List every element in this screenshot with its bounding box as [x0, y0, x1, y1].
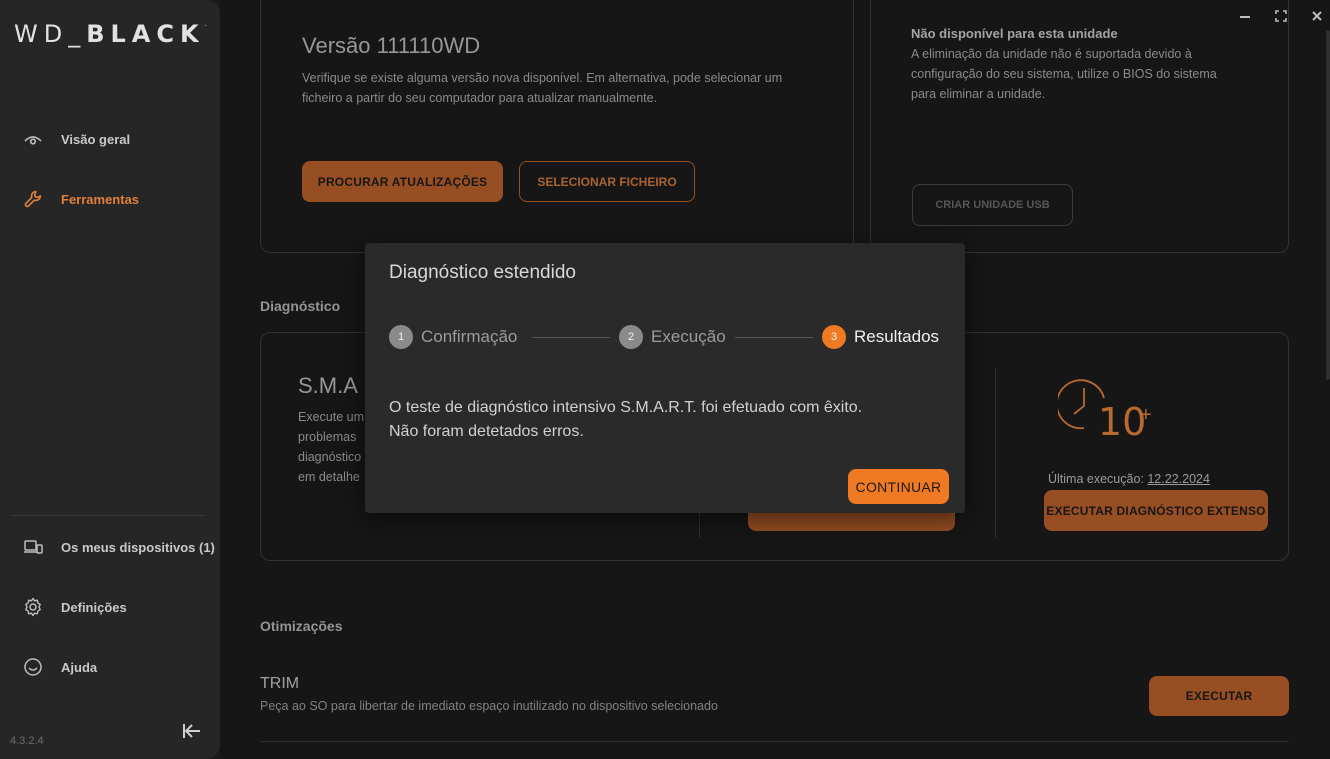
- help-icon: [22, 656, 44, 678]
- sidebar-item-label: Os meus dispositivos (1): [61, 539, 215, 555]
- step-number: 1: [389, 325, 413, 349]
- extended-diagnostic-modal: Diagnóstico estendido 1 Confirmação 2 Ex…: [365, 243, 965, 513]
- step-label: Execução: [651, 327, 726, 346]
- step-number: 2: [619, 325, 643, 349]
- devices-icon: [22, 536, 44, 558]
- gear-icon: [22, 596, 44, 618]
- wd-black-logo: WD_BLACK.: [14, 20, 207, 48]
- modal-title: Diagnóstico estendido: [389, 262, 576, 283]
- step-results: 3 Resultados: [822, 325, 939, 349]
- eye-icon: [22, 128, 44, 150]
- sidebar-item-label: Ajuda: [61, 659, 98, 675]
- sidebar-item-help[interactable]: Ajuda: [22, 655, 97, 679]
- step-connector: [735, 337, 813, 338]
- sidebar-item-label: Visão geral: [61, 131, 131, 147]
- modal-message-line: Não foram detetados erros.: [389, 423, 584, 440]
- logo-mark: .: [204, 20, 207, 28]
- modal-message: O teste de diagnóstico intensivo S.M.A.R…: [389, 396, 862, 444]
- step-number: 3: [822, 325, 846, 349]
- step-label: Confirmação: [421, 327, 518, 346]
- step-connector: [532, 337, 610, 338]
- modal-message-line: O teste de diagnóstico intensivo S.M.A.R…: [389, 399, 863, 416]
- continue-button[interactable]: CONTINUAR: [848, 469, 949, 504]
- sidebar-divider: [12, 515, 204, 516]
- sidebar-item-label: Definições: [61, 599, 127, 615]
- collapse-sidebar-icon[interactable]: [182, 720, 204, 742]
- step-confirmation: 1 Confirmação: [389, 325, 517, 349]
- sidebar-item-settings[interactable]: Definições: [22, 595, 127, 619]
- app-version: 4.3.2.4: [10, 735, 44, 747]
- logo-text-left: WD_: [14, 20, 87, 48]
- sidebar-item-my-devices[interactable]: Os meus dispositivos (1): [22, 535, 215, 559]
- wrench-icon: [22, 188, 44, 210]
- logo-text-right: BLACK: [86, 20, 205, 48]
- sidebar: WD_BLACK. Visão geral Ferramentas Os meu…: [0, 0, 220, 759]
- step-execution: 2 Execução: [619, 325, 726, 349]
- sidebar-item-label: Ferramentas: [61, 191, 140, 207]
- step-label: Resultados: [854, 327, 940, 346]
- sidebar-item-tools[interactable]: Ferramentas: [22, 187, 139, 211]
- sidebar-item-overview[interactable]: Visão geral: [22, 127, 130, 151]
